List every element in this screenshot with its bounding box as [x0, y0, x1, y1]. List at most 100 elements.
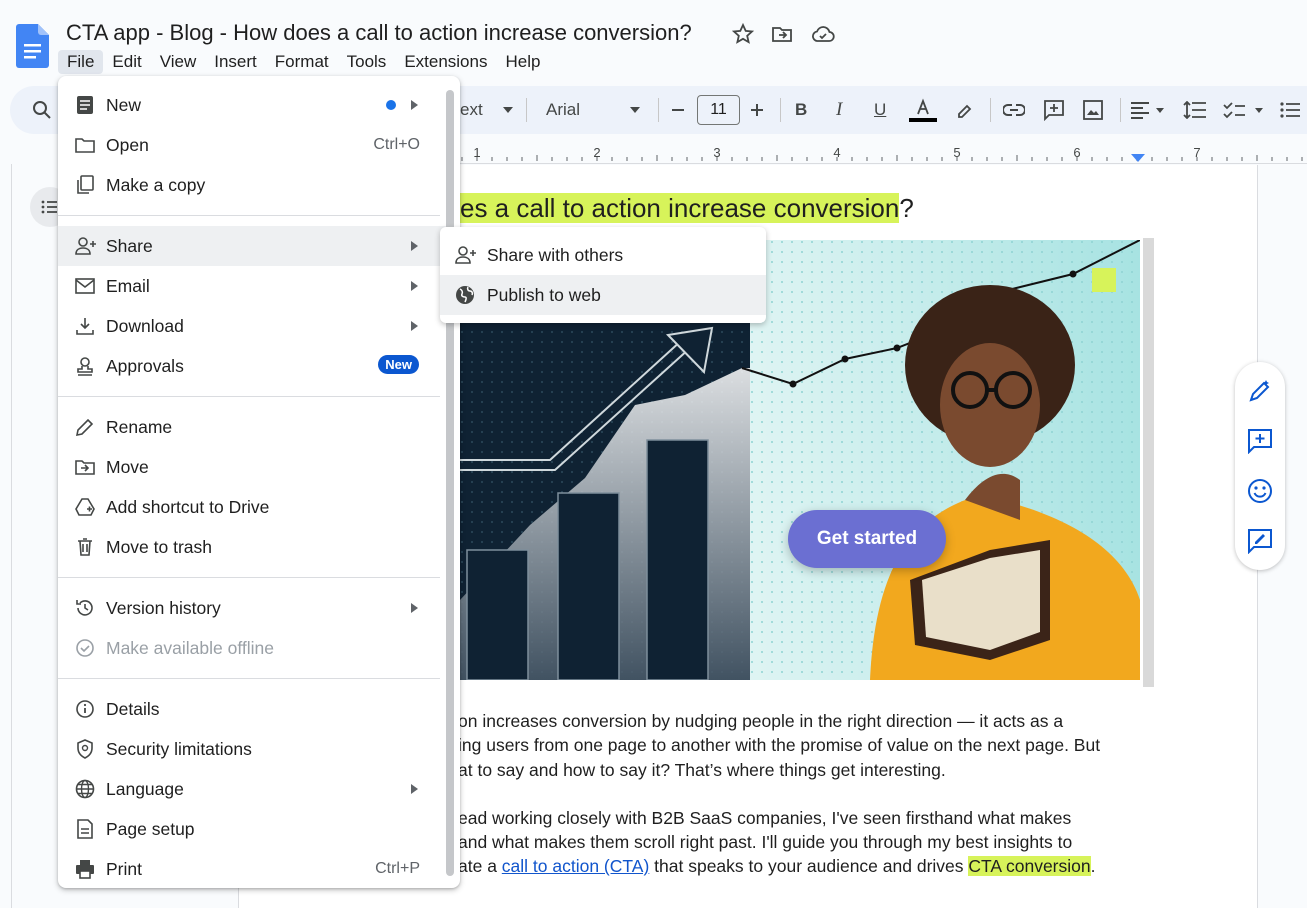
history-icon — [75, 598, 95, 618]
menu-item-approvals[interactable]: Approvals New — [58, 346, 446, 386]
menu-item-email[interactable]: Email — [58, 266, 446, 306]
submenu-item-share-with-others[interactable]: Share with others — [440, 235, 766, 275]
increase-font-size-icon[interactable] — [750, 86, 764, 134]
star-icon[interactable] — [731, 22, 755, 46]
ruler-number: 7 — [1193, 145, 1200, 160]
cloud-saved-icon[interactable] — [810, 22, 835, 46]
menu-item-move[interactable]: Move — [58, 447, 446, 487]
cta-link[interactable]: call to action (CTA) — [502, 856, 650, 876]
submenu-item-label: Publish to web — [487, 284, 601, 305]
menu-item-move-to-trash[interactable]: Move to trash — [58, 527, 446, 567]
font-dropdown[interactable]: Arial — [546, 86, 641, 134]
suggest-edits-icon[interactable] — [1247, 528, 1273, 554]
paragraph-line[interactable]: and what makes them scroll right past. I… — [458, 830, 1072, 855]
menu-item-label: Share — [106, 235, 153, 256]
menu-item-label: Email — [106, 275, 150, 296]
decrease-font-size-icon[interactable] — [671, 86, 685, 134]
search-menus-icon[interactable] — [32, 86, 52, 134]
menu-item-details[interactable]: Details — [58, 689, 446, 729]
folder-icon — [75, 135, 95, 155]
menu-bar: File Edit View Insert Format Tools Exten… — [58, 50, 549, 74]
shortcut-text: Ctrl+O — [373, 136, 420, 153]
italic-icon[interactable]: I — [836, 86, 842, 134]
image-border — [1143, 238, 1154, 687]
new-indicator-dot — [386, 100, 396, 110]
menu-scrollbar[interactable] — [446, 90, 454, 876]
help-me-write-icon[interactable] — [1247, 378, 1273, 404]
document-title[interactable]: CTA app - Blog - How does a call to acti… — [66, 20, 692, 46]
menu-item-label: Move to trash — [106, 536, 213, 557]
move-folder-icon[interactable] — [770, 22, 794, 46]
paragraph-line[interactable]: ate a call to action (CTA) that speaks t… — [458, 854, 1096, 879]
menu-item-make-a-copy[interactable]: Make a copy — [58, 165, 446, 205]
ruler-number: 5 — [953, 145, 960, 160]
menu-item-add-shortcut-to-drive[interactable]: Add shortcut to Drive — [58, 487, 446, 527]
font-size-input[interactable]: 11 — [697, 95, 740, 125]
title-bar: CTA app - Blog - How does a call to acti… — [0, 0, 1307, 82]
menu-item-rename[interactable]: Rename — [58, 407, 446, 447]
bold-icon[interactable]: B — [795, 86, 807, 134]
paragraph-style-dropdown[interactable]: ext — [460, 86, 513, 134]
menu-item-label: Security limitations — [106, 738, 252, 759]
menu-item-open[interactable]: Open Ctrl+O — [58, 125, 446, 165]
submenu-item-publish-to-web[interactable]: Publish to web — [440, 275, 766, 315]
paragraph-line[interactable]: at to say and how to say it? That’s wher… — [458, 758, 946, 783]
insert-link-icon[interactable] — [1003, 86, 1025, 134]
menu-item-label: Move — [106, 456, 149, 477]
underline-icon[interactable]: U — [874, 86, 886, 134]
share-submenu: Share with others Publish to web — [440, 227, 766, 323]
menu-item-share[interactable]: Share — [58, 226, 446, 266]
checklist-icon[interactable] — [1223, 86, 1265, 134]
submenu-arrow-icon — [411, 281, 418, 291]
menu-tools[interactable]: Tools — [338, 50, 396, 74]
paragraph-line[interactable]: on increases conversion by nudging peopl… — [458, 709, 1063, 734]
menu-help[interactable]: Help — [496, 50, 549, 74]
add-comment-icon[interactable] — [1247, 428, 1273, 454]
paragraph-line[interactable]: ing users from one page to another with … — [458, 733, 1100, 758]
page-icon — [75, 819, 95, 839]
menu-format[interactable]: Format — [266, 50, 338, 74]
submenu-arrow-icon — [411, 241, 418, 251]
vertical-ruler[interactable] — [0, 164, 12, 908]
menu-edit[interactable]: Edit — [103, 50, 150, 74]
text-color-icon[interactable] — [909, 86, 937, 134]
menu-view[interactable]: View — [151, 50, 206, 74]
menu-extensions[interactable]: Extensions — [395, 50, 496, 74]
submenu-arrow-icon — [411, 321, 418, 331]
menu-item-language[interactable]: Language — [58, 769, 446, 809]
menu-file[interactable]: File — [58, 50, 104, 74]
menu-item-security-limitations[interactable]: Security limitations — [58, 729, 446, 769]
bulleted-list-icon[interactable] — [1280, 86, 1300, 134]
menu-item-label: New — [106, 94, 142, 115]
insert-image-icon[interactable] — [1083, 86, 1103, 134]
doc-icon — [75, 95, 95, 115]
right-indent-marker[interactable] — [1131, 154, 1145, 162]
menu-insert[interactable]: Insert — [205, 50, 266, 74]
menu-item-label: Page setup — [106, 818, 195, 839]
menu-divider — [58, 396, 440, 397]
new-badge: New — [378, 355, 419, 374]
align-dropdown-icon[interactable] — [1130, 86, 1166, 134]
line-spacing-icon[interactable] — [1183, 86, 1207, 134]
paragraph-line[interactable]: ead working closely with B2B SaaS compan… — [458, 806, 1071, 831]
docs-logo-icon[interactable] — [16, 24, 49, 68]
menu-item-download[interactable]: Download — [58, 306, 446, 346]
highlight-color-icon[interactable] — [954, 86, 974, 134]
menu-item-version-history[interactable]: Version history — [58, 588, 446, 628]
globe-icon — [75, 779, 95, 799]
document-heading[interactable]: es a call to action increase conversion? — [460, 193, 914, 224]
menu-item-label: Add shortcut to Drive — [106, 496, 270, 517]
emoji-reaction-icon[interactable] — [1247, 478, 1273, 504]
menu-item-print[interactable]: Print Ctrl+P — [58, 849, 446, 889]
floating-action-panel — [1235, 362, 1285, 570]
menu-item-new[interactable]: New — [58, 85, 446, 125]
copy-icon — [75, 175, 95, 195]
toolbar-divider — [780, 98, 781, 122]
toolbar-divider — [1120, 98, 1121, 122]
file-menu: New Open Ctrl+O Make a copy Share Email … — [58, 76, 460, 888]
menu-item-page-setup[interactable]: Page setup — [58, 809, 446, 849]
menu-item-make-available-offline[interactable]: Make available offline — [58, 628, 446, 668]
get-started-button: Get started — [788, 510, 946, 568]
ruler-number: 3 — [713, 145, 720, 160]
add-comment-icon[interactable] — [1043, 86, 1065, 134]
